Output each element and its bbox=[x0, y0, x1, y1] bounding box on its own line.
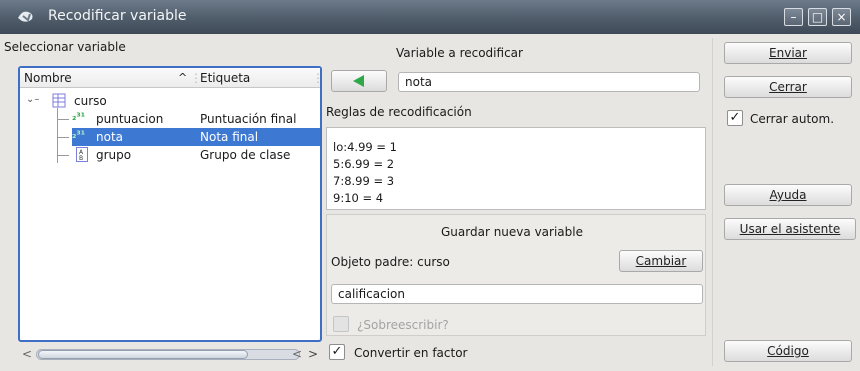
title-bar: Recodificar variable – □ × bbox=[0, 0, 860, 34]
variable-to-recode-label: Variable a recodificar bbox=[396, 46, 523, 60]
change-button-label: Cambiar bbox=[635, 254, 687, 268]
dataframe-icon bbox=[52, 93, 66, 108]
overwrite-label: ¿Sobreescribir? bbox=[357, 318, 449, 332]
numeric-icon: ₂³¹ bbox=[72, 112, 86, 123]
close-button-label: Cerrar bbox=[769, 80, 807, 94]
autoclose-label: Cerrar autom. bbox=[750, 112, 835, 126]
rule-line: 5:6.99 = 2 bbox=[333, 157, 395, 171]
scroll-left-icon[interactable]: < bbox=[22, 347, 32, 361]
code-button[interactable]: Código bbox=[724, 340, 852, 362]
code-button-label: Código bbox=[767, 344, 809, 358]
tree-header: Nombre ^ ⋮ Etiqueta ⋮ bbox=[20, 68, 324, 88]
change-parent-button[interactable]: Cambiar bbox=[619, 250, 703, 272]
tree-item-name: curso bbox=[74, 94, 107, 108]
maximize-icon: □ bbox=[811, 10, 824, 24]
minimize-button[interactable]: – bbox=[784, 8, 803, 26]
checkmark-icon: ✓ bbox=[331, 344, 343, 359]
wizard-button-label: Usar el asistente bbox=[739, 222, 841, 236]
scroll-right-arrow-icon[interactable]: > bbox=[308, 347, 318, 361]
column-divider-end: ⋮ bbox=[312, 71, 324, 85]
tree-horizontal-scrollbar[interactable]: < < > bbox=[22, 347, 320, 361]
wizard-button[interactable]: Usar el asistente bbox=[724, 218, 856, 240]
tree-row-nota[interactable]: ₂³¹ nota Nota final bbox=[20, 128, 320, 146]
minimize-icon: – bbox=[790, 10, 797, 24]
column-label[interactable]: Etiqueta bbox=[200, 71, 250, 85]
tree-row-puntuacion[interactable]: ₂³¹ puntuacion Puntuación final bbox=[20, 110, 320, 128]
parent-object-label: Objeto padre: curso bbox=[331, 255, 450, 269]
convert-factor-checkbox[interactable]: ✓ bbox=[329, 344, 345, 360]
arrow-left-icon bbox=[353, 75, 364, 87]
help-button-label: Ayuda bbox=[769, 188, 807, 202]
save-new-variable-group: Guardar nueva variable Objeto padre: cur… bbox=[326, 214, 706, 336]
new-variable-name-field[interactable]: calificacion bbox=[331, 284, 703, 304]
close-icon: × bbox=[836, 10, 847, 24]
select-variable-arrow-button[interactable] bbox=[331, 70, 387, 92]
sort-asc-icon: ^ bbox=[178, 71, 188, 84]
tree-item-name: grupo bbox=[96, 148, 132, 162]
tree-item-label: Nota final bbox=[200, 130, 259, 144]
window-title: Recodificar variable bbox=[48, 8, 187, 24]
maximize-button[interactable]: □ bbox=[808, 8, 827, 26]
rule-line: lo:4.99 = 1 bbox=[333, 140, 397, 154]
close-button[interactable]: × bbox=[832, 8, 851, 26]
checkmark-icon: ✓ bbox=[729, 110, 741, 125]
rule-line: 7:8.99 = 3 bbox=[333, 174, 395, 188]
variable-tree[interactable]: Nombre ^ ⋮ Etiqueta ⋮ ⌄– curso ₂³¹ puntu… bbox=[18, 66, 324, 342]
rule-line: 9:10 = 4 bbox=[333, 191, 384, 205]
tree-item-name: puntuacion bbox=[96, 112, 164, 126]
app-logo-icon bbox=[18, 11, 33, 22]
close-dialog-button[interactable]: Cerrar bbox=[724, 76, 852, 98]
overwrite-checkbox[interactable] bbox=[333, 316, 349, 332]
tree-item-label: Puntuación final bbox=[200, 112, 297, 126]
save-new-variable-title: Guardar nueva variable bbox=[441, 225, 583, 239]
scroll-left-arrow-icon[interactable]: < bbox=[292, 347, 302, 361]
select-variable-label: Seleccionar variable bbox=[4, 40, 126, 54]
svg-text:B: B bbox=[79, 155, 83, 162]
send-button[interactable]: Enviar bbox=[724, 42, 852, 64]
scroll-thumb[interactable] bbox=[38, 350, 248, 359]
send-button-label: Enviar bbox=[769, 46, 807, 60]
variable-field[interactable]: nota bbox=[398, 72, 700, 92]
right-panel-separator bbox=[712, 38, 713, 366]
tree-row-curso[interactable]: ⌄– curso bbox=[20, 92, 320, 110]
numeric-icon: ₂³¹ bbox=[72, 130, 86, 141]
recode-rules-textarea[interactable]: lo:4.99 = 1 5:6.99 = 2 7:8.99 = 3 9:10 =… bbox=[326, 127, 706, 210]
autoclose-checkbox[interactable]: ✓ bbox=[727, 110, 743, 126]
convert-factor-label: Convertir en factor bbox=[354, 346, 468, 360]
chevron-down-icon[interactable]: ⌄– bbox=[26, 94, 39, 105]
factor-icon: A B bbox=[76, 147, 88, 162]
tree-item-label: Grupo de clase bbox=[200, 148, 291, 162]
tree-item-name: nota bbox=[96, 130, 124, 144]
tree-row-grupo[interactable]: A B grupo Grupo de clase bbox=[20, 146, 320, 164]
recode-rules-label: Reglas de recodificación bbox=[326, 105, 472, 119]
column-name[interactable]: Nombre bbox=[24, 71, 72, 85]
help-button[interactable]: Ayuda bbox=[724, 184, 852, 206]
